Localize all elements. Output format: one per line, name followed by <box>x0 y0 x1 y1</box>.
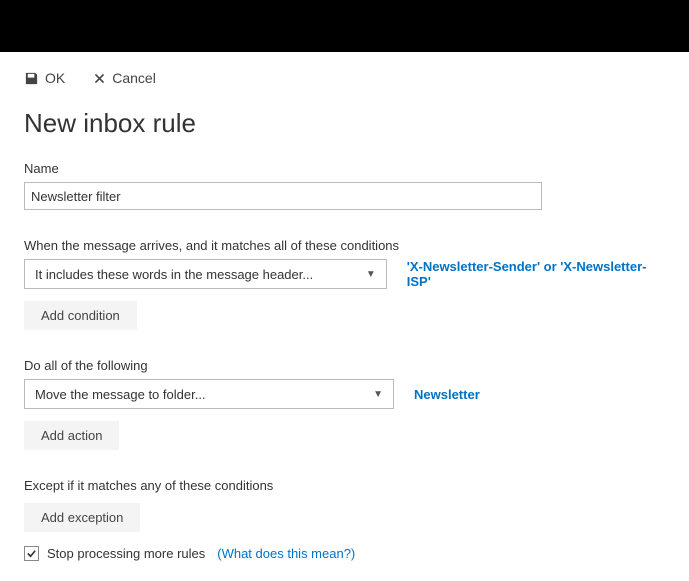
stop-processing-checkbox[interactable] <box>24 546 39 561</box>
conditions-dropdown[interactable]: It includes these words in the message h… <box>24 259 387 289</box>
save-icon <box>24 71 39 86</box>
conditions-label: When the message arrives, and it matches… <box>24 238 665 253</box>
name-label: Name <box>24 161 665 176</box>
toolbar: OK Cancel <box>24 70 665 86</box>
name-input[interactable] <box>24 182 542 210</box>
help-link[interactable]: (What does this mean?) <box>217 546 355 561</box>
cancel-button[interactable]: Cancel <box>93 70 156 86</box>
top-bar <box>0 0 689 52</box>
actions-row: Move the message to folder... ▼ Newslett… <box>24 379 665 409</box>
close-icon <box>93 72 106 85</box>
actions-dropdown[interactable]: Move the message to folder... ▼ <box>24 379 394 409</box>
add-condition-button[interactable]: Add condition <box>24 301 137 330</box>
content-area: OK Cancel New inbox rule Name When the m… <box>0 52 689 581</box>
conditions-value-link[interactable]: 'X-Newsletter-Sender' or 'X-Newsletter-I… <box>407 259 665 289</box>
conditions-dropdown-value: It includes these words in the message h… <box>35 267 313 282</box>
ok-label: OK <box>45 70 65 86</box>
actions-dropdown-value: Move the message to folder... <box>35 387 206 402</box>
chevron-down-icon: ▼ <box>366 269 376 280</box>
checkmark-icon <box>26 548 37 559</box>
cancel-label: Cancel <box>112 70 156 86</box>
page-title: New inbox rule <box>24 108 665 139</box>
actions-label: Do all of the following <box>24 358 665 373</box>
ok-button[interactable]: OK <box>24 70 65 86</box>
actions-value-link[interactable]: Newsletter <box>414 387 480 402</box>
conditions-row: It includes these words in the message h… <box>24 259 665 289</box>
add-exception-button[interactable]: Add exception <box>24 503 140 532</box>
add-action-button[interactable]: Add action <box>24 421 119 450</box>
exceptions-label: Except if it matches any of these condit… <box>24 478 665 493</box>
stop-processing-label: Stop processing more rules <box>47 546 205 561</box>
chevron-down-icon: ▼ <box>373 389 383 400</box>
stop-processing-row: Stop processing more rules (What does th… <box>24 546 665 561</box>
